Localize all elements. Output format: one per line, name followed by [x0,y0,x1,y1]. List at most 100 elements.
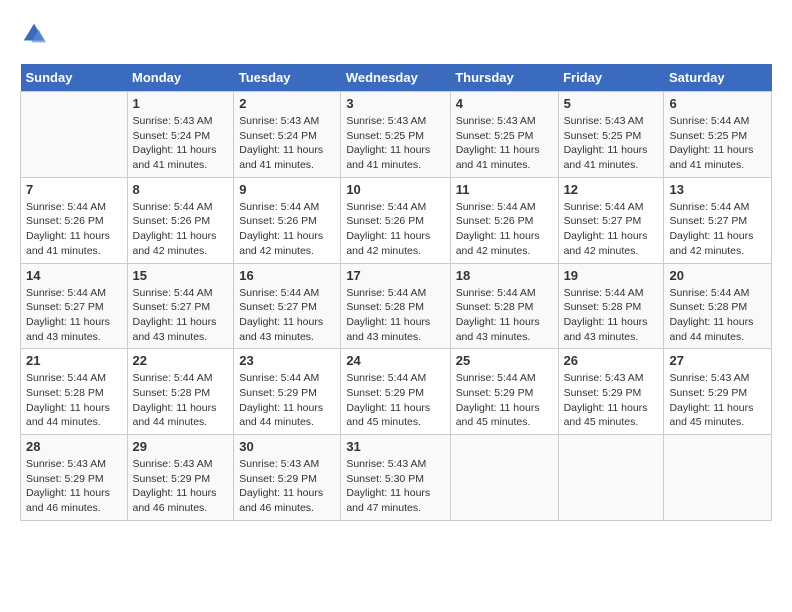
day-info: Sunrise: 5:44 AMSunset: 5:29 PMDaylight:… [346,371,444,430]
calendar-cell: 1 Sunrise: 5:43 AMSunset: 5:24 PMDaylight… [127,92,234,178]
day-number: 9 [239,182,335,197]
calendar-cell: 28 Sunrise: 5:43 AMSunset: 5:29 PMDayligh… [21,435,128,521]
day-number: 8 [133,182,229,197]
calendar-cell: 30 Sunrise: 5:43 AMSunset: 5:29 PMDayligh… [234,435,341,521]
calendar-cell: 19 Sunrise: 5:44 AMSunset: 5:28 PMDayligh… [558,263,664,349]
calendar-table: SundayMondayTuesdayWednesdayThursdayFrid… [20,64,772,521]
calendar-week-row: 7 Sunrise: 5:44 AMSunset: 5:26 PMDaylight… [21,177,772,263]
day-number: 27 [669,353,766,368]
calendar-cell: 16 Sunrise: 5:44 AMSunset: 5:27 PMDayligh… [234,263,341,349]
day-number: 7 [26,182,122,197]
day-number: 29 [133,439,229,454]
calendar-cell: 5 Sunrise: 5:43 AMSunset: 5:25 PMDaylight… [558,92,664,178]
day-info: Sunrise: 5:44 AMSunset: 5:28 PMDaylight:… [346,286,444,345]
page-header [20,20,772,48]
day-number: 28 [26,439,122,454]
day-info: Sunrise: 5:44 AMSunset: 5:27 PMDaylight:… [239,286,335,345]
day-number: 17 [346,268,444,283]
day-info: Sunrise: 5:44 AMSunset: 5:25 PMDaylight:… [669,114,766,173]
day-info: Sunrise: 5:44 AMSunset: 5:29 PMDaylight:… [239,371,335,430]
header-monday: Monday [127,64,234,92]
day-info: Sunrise: 5:44 AMSunset: 5:27 PMDaylight:… [26,286,122,345]
header-sunday: Sunday [21,64,128,92]
day-number: 16 [239,268,335,283]
calendar-cell: 23 Sunrise: 5:44 AMSunset: 5:29 PMDayligh… [234,349,341,435]
calendar-cell: 10 Sunrise: 5:44 AMSunset: 5:26 PMDayligh… [341,177,450,263]
day-info: Sunrise: 5:44 AMSunset: 5:27 PMDaylight:… [564,200,659,259]
day-info: Sunrise: 5:44 AMSunset: 5:26 PMDaylight:… [456,200,553,259]
day-number: 11 [456,182,553,197]
calendar-cell: 24 Sunrise: 5:44 AMSunset: 5:29 PMDayligh… [341,349,450,435]
day-number: 14 [26,268,122,283]
day-number: 1 [133,96,229,111]
calendar-week-row: 28 Sunrise: 5:43 AMSunset: 5:29 PMDayligh… [21,435,772,521]
day-info: Sunrise: 5:44 AMSunset: 5:26 PMDaylight:… [133,200,229,259]
calendar-cell [558,435,664,521]
header-wednesday: Wednesday [341,64,450,92]
day-number: 21 [26,353,122,368]
day-number: 12 [564,182,659,197]
calendar-cell: 18 Sunrise: 5:44 AMSunset: 5:28 PMDayligh… [450,263,558,349]
calendar-cell: 2Sunrise: 5:43 AMSunset: 5:24 PMDaylight… [234,92,341,178]
calendar-cell: 15 Sunrise: 5:44 AMSunset: 5:27 PMDayligh… [127,263,234,349]
header-friday: Friday [558,64,664,92]
calendar-cell: 3 Sunrise: 5:43 AMSunset: 5:25 PMDaylight… [341,92,450,178]
day-number: 22 [133,353,229,368]
header-thursday: Thursday [450,64,558,92]
logo-icon [20,20,48,48]
calendar-cell: 7Sunrise: 5:44 AMSunset: 5:26 PMDaylight… [21,177,128,263]
header-tuesday: Tuesday [234,64,341,92]
day-number: 2 [239,96,335,111]
calendar-cell: 20Sunrise: 5:44 AMSunset: 5:28 PMDayligh… [664,263,772,349]
day-info: Sunrise: 5:43 AMSunset: 5:29 PMDaylight:… [239,457,335,516]
calendar-header-row: SundayMondayTuesdayWednesdayThursdayFrid… [21,64,772,92]
day-info: Sunrise: 5:43 AMSunset: 5:25 PMDaylight:… [456,114,553,173]
calendar-week-row: 1 Sunrise: 5:43 AMSunset: 5:24 PMDaylight… [21,92,772,178]
calendar-cell: 14 Sunrise: 5:44 AMSunset: 5:27 PMDayligh… [21,263,128,349]
calendar-cell: 29 Sunrise: 5:43 AMSunset: 5:29 PMDayligh… [127,435,234,521]
calendar-cell: 26Sunrise: 5:43 AMSunset: 5:29 PMDayligh… [558,349,664,435]
day-number: 18 [456,268,553,283]
day-number: 25 [456,353,553,368]
calendar-cell: 8 Sunrise: 5:44 AMSunset: 5:26 PMDaylight… [127,177,234,263]
day-info: Sunrise: 5:43 AMSunset: 5:29 PMDaylight:… [26,457,122,516]
calendar-cell: 31 Sunrise: 5:43 AMSunset: 5:30 PMDayligh… [341,435,450,521]
day-number: 31 [346,439,444,454]
day-info: Sunrise: 5:44 AMSunset: 5:28 PMDaylight:… [564,286,659,345]
calendar-cell: 4Sunrise: 5:43 AMSunset: 5:25 PMDaylight… [450,92,558,178]
day-info: Sunrise: 5:43 AMSunset: 5:24 PMDaylight:… [133,114,229,173]
day-info: Sunrise: 5:44 AMSunset: 5:28 PMDaylight:… [456,286,553,345]
calendar-cell [450,435,558,521]
calendar-cell: 25 Sunrise: 5:44 AMSunset: 5:29 PMDayligh… [450,349,558,435]
day-number: 26 [564,353,659,368]
day-info: Sunrise: 5:44 AMSunset: 5:28 PMDaylight:… [133,371,229,430]
day-number: 24 [346,353,444,368]
day-info: Sunrise: 5:44 AMSunset: 5:27 PMDaylight:… [133,286,229,345]
day-info: Sunrise: 5:44 AMSunset: 5:28 PMDaylight:… [26,371,122,430]
day-info: Sunrise: 5:44 AMSunset: 5:27 PMDaylight:… [669,200,766,259]
day-info: Sunrise: 5:44 AMSunset: 5:29 PMDaylight:… [456,371,553,430]
calendar-cell: 6Sunrise: 5:44 AMSunset: 5:25 PMDaylight… [664,92,772,178]
day-info: Sunrise: 5:43 AMSunset: 5:25 PMDaylight:… [564,114,659,173]
day-number: 3 [346,96,444,111]
day-number: 19 [564,268,659,283]
day-info: Sunrise: 5:43 AMSunset: 5:25 PMDaylight:… [346,114,444,173]
calendar-cell: 13Sunrise: 5:44 AMSunset: 5:27 PMDayligh… [664,177,772,263]
calendar-cell: 27 Sunrise: 5:43 AMSunset: 5:29 PMDayligh… [664,349,772,435]
calendar-cell: 22 Sunrise: 5:44 AMSunset: 5:28 PMDayligh… [127,349,234,435]
day-number: 15 [133,268,229,283]
day-number: 30 [239,439,335,454]
calendar-cell [21,92,128,178]
logo [20,20,52,48]
day-info: Sunrise: 5:44 AMSunset: 5:26 PMDaylight:… [239,200,335,259]
day-number: 10 [346,182,444,197]
day-number: 5 [564,96,659,111]
calendar-week-row: 14 Sunrise: 5:44 AMSunset: 5:27 PMDayligh… [21,263,772,349]
calendar-cell: 17 Sunrise: 5:44 AMSunset: 5:28 PMDayligh… [341,263,450,349]
day-info: Sunrise: 5:43 AMSunset: 5:30 PMDaylight:… [346,457,444,516]
day-info: Sunrise: 5:43 AMSunset: 5:29 PMDaylight:… [133,457,229,516]
calendar-cell: 12 Sunrise: 5:44 AMSunset: 5:27 PMDayligh… [558,177,664,263]
day-info: Sunrise: 5:44 AMSunset: 5:26 PMDaylight:… [346,200,444,259]
day-number: 23 [239,353,335,368]
day-info: Sunrise: 5:43 AMSunset: 5:29 PMDaylight:… [669,371,766,430]
